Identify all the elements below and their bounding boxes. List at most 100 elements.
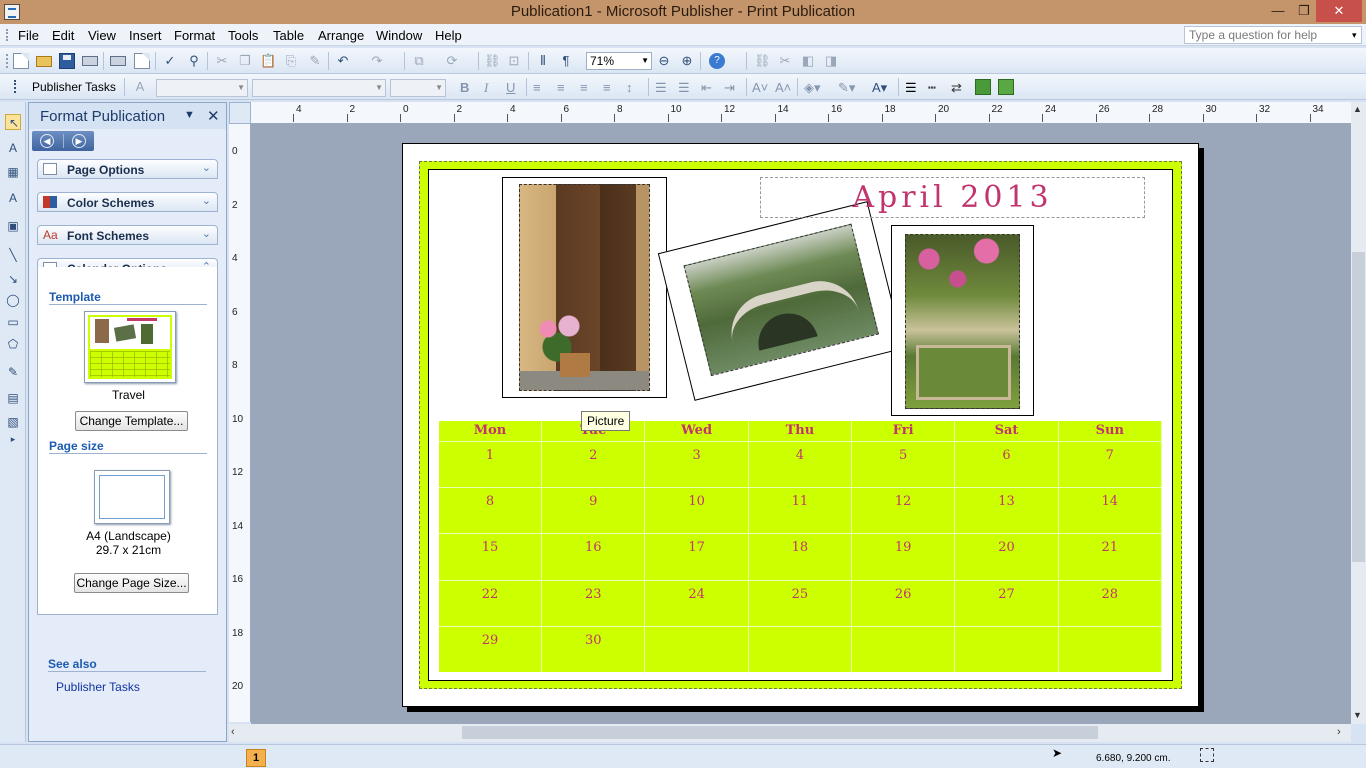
forward-icon[interactable]: ▶ (72, 134, 86, 148)
dash-style-icon[interactable]: ┅ (928, 80, 936, 96)
format-painter-icon[interactable]: ✎ (307, 53, 323, 69)
publisher-tasks-button[interactable]: Publisher Tasks (32, 80, 116, 94)
increase-font-icon[interactable]: A˄ (775, 80, 791, 95)
calendar-day-cell[interactable]: 20 (956, 534, 1059, 581)
horizontal-scroll-thumb[interactable] (462, 726, 1098, 739)
style-select[interactable]: ▼ (156, 79, 248, 97)
section-font-schemes[interactable]: Aa Font Schemes ⌄ (37, 225, 218, 245)
menu-view[interactable]: View (88, 28, 116, 43)
show-formatting-icon[interactable]: ¶ (558, 53, 574, 69)
calendar-day-cell[interactable]: 15 (439, 534, 542, 581)
rectangle-tool-icon[interactable]: ▭ (5, 314, 21, 330)
line-color-icon[interactable]: ✎▾ (838, 80, 855, 96)
menu-help[interactable]: Help (435, 28, 462, 43)
print-preview-icon[interactable] (134, 53, 150, 69)
photo-frame[interactable] (657, 201, 905, 401)
calendar-day-cell[interactable]: 21 (1059, 534, 1162, 581)
photo-frame[interactable] (891, 225, 1034, 416)
research-icon[interactable]: ⚲ (186, 53, 202, 69)
align-left-icon[interactable]: ≡ (533, 80, 541, 95)
vertical-ruler[interactable]: 0 2 4 6 8 10 12 14 16 18 20 (229, 124, 251, 722)
justify-icon[interactable]: ≡ (603, 80, 611, 95)
paste-icon[interactable]: 📋 (260, 53, 276, 69)
scroll-right-icon[interactable]: › (1337, 726, 1341, 738)
calendar-day-cell[interactable]: 10 (646, 488, 749, 535)
page-navigation-button[interactable]: 1 (246, 749, 266, 767)
fill-color-icon[interactable]: ◈▾ (804, 80, 821, 96)
calendar-day-cell[interactable]: 30 (542, 626, 646, 673)
menu-window[interactable]: Window (376, 28, 422, 43)
next-text-box-icon[interactable]: ◨ (823, 53, 839, 69)
help-icon[interactable]: ? (709, 53, 725, 69)
redo-icon[interactable]: ↷ (369, 53, 385, 69)
menu-file[interactable]: File (18, 28, 39, 43)
3d-style-icon[interactable] (998, 79, 1014, 95)
zoom-select[interactable]: 71% ▼ (586, 52, 652, 70)
select-tool-icon[interactable]: ↖ (5, 114, 21, 130)
calendar-day-cell[interactable]: 23 (542, 580, 646, 627)
print-icon[interactable] (110, 56, 126, 66)
calendar-day-cell[interactable]: 12 (852, 488, 956, 535)
columns-icon[interactable]: ⫴ (535, 53, 551, 69)
calendar-day-cell[interactable]: 6 (956, 442, 1059, 488)
menu-table[interactable]: Table (273, 28, 304, 43)
calendar-day-cell[interactable]: 9 (542, 488, 646, 535)
calendar-title-box[interactable]: April 2013 (760, 177, 1145, 218)
menu-insert[interactable]: Insert (129, 28, 162, 43)
garden-picture[interactable] (905, 234, 1020, 409)
scroll-left-icon[interactable]: ‹ (231, 726, 235, 738)
rotate-icon[interactable]: ⟳ (444, 53, 460, 69)
calendar-border[interactable]: April 2013 Picture MonTueWedThuFriSatSun… (419, 161, 1182, 689)
photo-frame[interactable] (502, 177, 667, 398)
arrow-style-icon[interactable]: ⇄ (951, 80, 962, 96)
bring-to-front-icon[interactable]: ⧉ (411, 53, 427, 69)
menu-arrange[interactable]: Arrange (318, 28, 364, 43)
cut-icon[interactable]: ✂ (214, 53, 230, 69)
close-button[interactable]: ✕ (1316, 0, 1362, 22)
email-icon[interactable] (82, 56, 98, 66)
zoom-page-icon[interactable]: ⊡ (506, 53, 522, 69)
decrease-font-icon[interactable]: A˅ (752, 80, 768, 95)
calendar-day-cell[interactable] (1059, 626, 1162, 673)
calendar-day-cell[interactable] (956, 626, 1059, 673)
calendar-day-cell[interactable]: 13 (956, 488, 1059, 535)
decrease-indent-icon[interactable]: ⇤ (701, 80, 712, 96)
calendar-day-cell[interactable]: 5 (852, 442, 956, 488)
calendar-day-cell[interactable]: 1 (439, 442, 542, 488)
menu-format[interactable]: Format (174, 28, 215, 43)
change-page-size-button[interactable]: Change Page Size... (74, 573, 189, 593)
calendar-day-cell[interactable]: 28 (1059, 580, 1162, 627)
calendar-day-cell[interactable] (749, 626, 852, 673)
change-template-button[interactable]: Change Template... (75, 411, 188, 431)
door-picture[interactable] (519, 184, 650, 391)
numbering-icon[interactable]: ☰ (655, 80, 667, 96)
calendar-day-cell[interactable]: 27 (956, 580, 1059, 627)
copy-icon[interactable]: ❐ (237, 53, 253, 69)
vertical-scroll-thumb[interactable] (1352, 252, 1365, 562)
design-gallery-tool-icon[interactable]: ▤ (5, 390, 21, 406)
calendar-day-cell[interactable]: 25 (749, 580, 852, 627)
toolbar-grip-icon[interactable] (6, 54, 9, 68)
calendar-day-cell[interactable]: 4 (749, 442, 852, 488)
align-center-icon[interactable]: ≡ (557, 80, 565, 95)
font-size-select[interactable]: ▼ (390, 79, 446, 97)
calendar-day-cell[interactable]: 26 (852, 580, 956, 627)
business-info-tool-icon[interactable]: ▧ (5, 414, 21, 430)
line-tool-icon[interactable]: ╲ (5, 247, 21, 263)
publisher-tasks-link[interactable]: Publisher Tasks (56, 680, 140, 694)
align-right-icon[interactable]: ≡ (580, 80, 588, 95)
calendar-day-cell[interactable] (646, 626, 749, 673)
wordart-tool-icon[interactable]: A (5, 190, 21, 206)
insert-hyperlink-icon[interactable]: ⛓ (484, 53, 501, 69)
save-icon[interactable] (59, 53, 75, 69)
table-tool-icon[interactable]: ▦ (5, 164, 21, 180)
calendar-day-cell[interactable]: 18 (749, 534, 852, 581)
calendar-day-cell[interactable]: 19 (852, 534, 956, 581)
section-color-schemes[interactable]: Color Schemes ⌄ (37, 192, 218, 212)
calendar-day-cell[interactable]: 17 (646, 534, 749, 581)
increase-indent-icon[interactable]: ⇥ (724, 80, 735, 96)
text-box-tool-icon[interactable]: A (5, 140, 21, 156)
bridge-picture[interactable] (683, 223, 879, 377)
calendar-day-cell[interactable]: 7 (1059, 442, 1162, 488)
help-dropdown-icon[interactable]: ▾ (1352, 30, 1357, 41)
